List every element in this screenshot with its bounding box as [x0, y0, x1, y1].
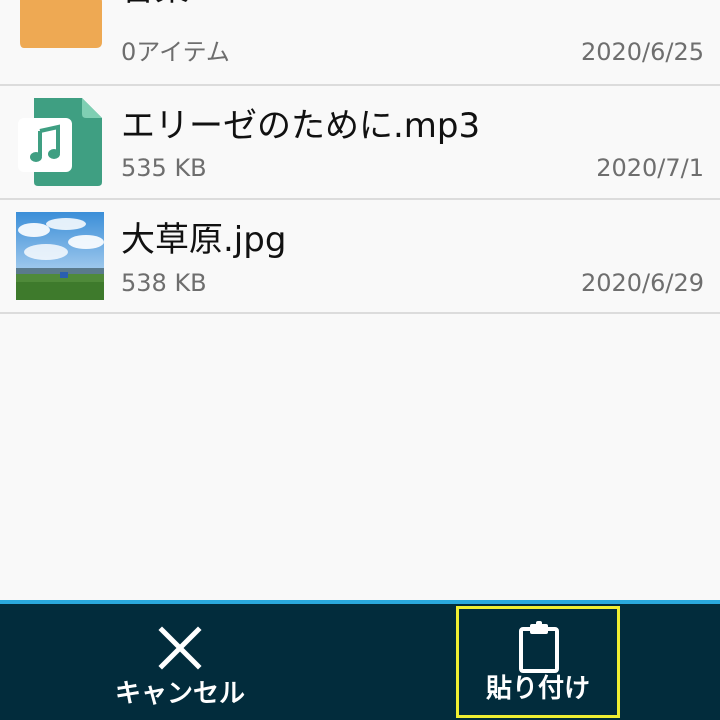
file-name: 音楽 — [121, 0, 189, 6]
file-meta: 538 KB — [121, 269, 207, 297]
image-thumbnail — [16, 212, 104, 300]
file-date: 2020/6/29 — [580, 269, 704, 297]
bottom-action-bar: キャンセル 貼り付け — [0, 600, 720, 720]
file-meta: 535 KB — [121, 154, 207, 182]
file-picker-screen: 音楽 0アイテム 2020/6/25 エリーゼのために.mp3 535 KB 2… — [0, 0, 720, 720]
paste-label: 貼り付け — [485, 674, 590, 704]
file-name: エリーゼのために.mp3 — [121, 106, 481, 146]
file-date: 2020/6/25 — [580, 38, 704, 66]
file-name: 大草原.jpg — [121, 220, 287, 260]
cancel-button[interactable]: キャンセル — [100, 604, 260, 720]
list-item-jpg[interactable]: 大草原.jpg 538 KB 2020/6/29 — [0, 200, 720, 314]
file-meta: 0アイテム — [121, 38, 230, 66]
folder-icon — [16, 0, 104, 64]
file-date: 2020/7/1 — [596, 154, 704, 182]
close-icon — [156, 624, 204, 672]
list-item-mp3[interactable]: エリーゼのために.mp3 535 KB 2020/7/1 — [0, 86, 720, 200]
cancel-label: キャンセル — [114, 679, 245, 709]
list-item-folder[interactable]: 音楽 0アイテム 2020/6/25 — [0, 0, 720, 86]
paste-button[interactable]: 貼り付け — [456, 606, 620, 718]
music-file-icon — [16, 98, 104, 186]
clipboard-icon — [515, 621, 563, 673]
